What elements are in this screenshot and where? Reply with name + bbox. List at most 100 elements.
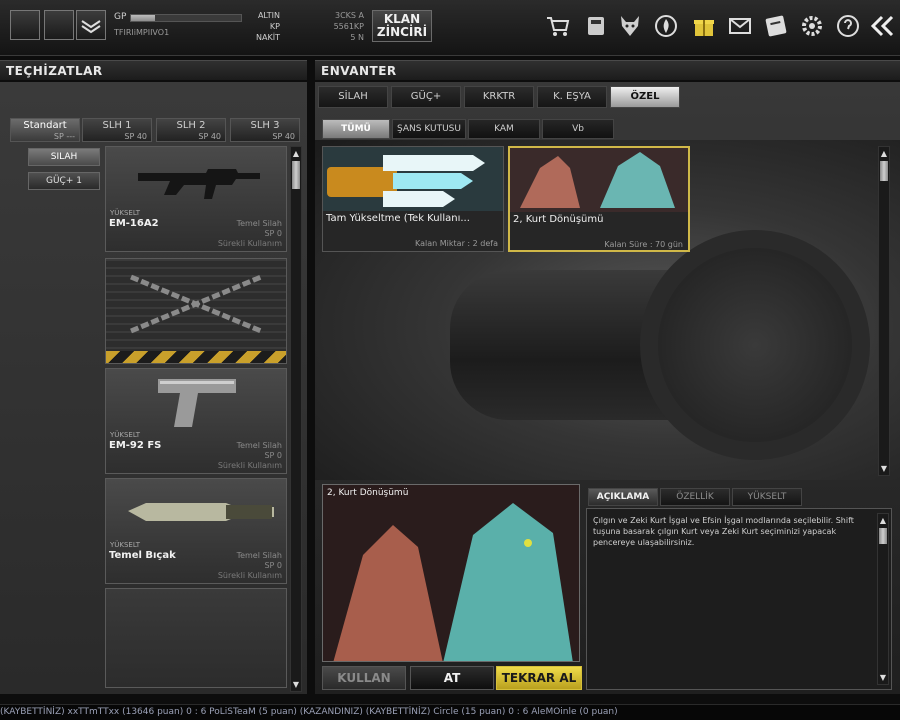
klan-button-line2: ZİNCİRİ: [376, 25, 428, 39]
tab-ozellik[interactable]: ÖZELLİK: [660, 488, 730, 506]
tab-ozel[interactable]: ÖZEL: [610, 86, 680, 108]
scroll-down-arrow-icon[interactable]: ▼: [878, 673, 888, 682]
rank-slot-2[interactable]: [44, 10, 74, 40]
inventory-header: ENVANTER: [315, 60, 900, 80]
tab-slh2-label: SLH 2: [176, 120, 206, 131]
equipment-sp: SP 0: [264, 451, 282, 460]
tab-slh2[interactable]: SLH 2 SP 40: [156, 118, 226, 142]
altin-label: ALTIN: [257, 11, 280, 20]
score-b: 5561KP: [333, 22, 364, 31]
fire-icon[interactable]: [652, 12, 680, 40]
equipment-type: Temel Silah: [236, 219, 282, 228]
drop-button[interactable]: AT: [410, 666, 494, 690]
upgrade-arrows-icon: [323, 147, 503, 211]
inventory-item-meta: Kalan Süre : 70 gün: [604, 240, 683, 249]
inventory-scrollbar[interactable]: ▲ ▼: [878, 146, 890, 476]
upgrade-badge: YÜKSELT: [110, 431, 141, 439]
wolf-transform-icon: [510, 148, 688, 212]
pistol-icon: [158, 379, 236, 427]
use-button[interactable]: KULLAN: [322, 666, 406, 690]
inventory-item-meta: Kalan Miktar : 2 defa: [415, 239, 498, 248]
mail-icon[interactable]: [726, 12, 754, 40]
storage-icon[interactable]: [582, 12, 610, 40]
scene-wheel: [640, 230, 870, 460]
equipment-card-empty[interactable]: [105, 588, 287, 688]
equipment-card-pistol[interactable]: YÜKSELT EM-92 FS Temel Silah SP 0 Sürekl…: [105, 368, 287, 474]
scroll-up-arrow-icon[interactable]: ▲: [878, 516, 888, 525]
tab-slh1[interactable]: SLH 1 SP 40: [82, 118, 152, 142]
item-preview: 2, Kurt Dönüşümü: [322, 484, 580, 662]
subtab-tumu[interactable]: TÜMÜ: [322, 119, 390, 139]
equipment-header: TEÇHİZATLAR: [0, 60, 307, 80]
match-results-ticker: (KAYBETTİNİZ) xxTTmTTxx (13646 puan) 0 :…: [0, 704, 900, 720]
tab-slh2-sp: SP 40: [198, 132, 221, 141]
tab-krktr[interactable]: KRKTR: [464, 86, 534, 108]
player-nickname: TFIRIiMPIIVO1: [114, 28, 170, 37]
tab-slh3[interactable]: SLH 3 SP 40: [230, 118, 300, 142]
inventory-item-name: Tam Yükseltme (Tek Kullanı...: [326, 213, 470, 224]
hazard-stripe: [106, 351, 286, 363]
description-box: Çılgın ve Zeki Kurt İşgal ve Efsin İşgal…: [586, 508, 892, 690]
equipment-type: Temel Silah: [236, 441, 282, 450]
equipment-scrollbar[interactable]: ▲ ▼: [290, 146, 302, 692]
settings-gear-icon[interactable]: [798, 12, 826, 40]
gp-progress-fill: [131, 15, 156, 21]
tab-slh1-label: SLH 1: [102, 120, 132, 131]
klan-zinciri-button[interactable]: KLAN ZİNCİRİ: [372, 10, 432, 42]
description-scrollbar[interactable]: ▲ ▼: [877, 513, 889, 685]
gp-progress-bar: [130, 14, 242, 22]
tab-yukselt[interactable]: YÜKSELT: [732, 488, 802, 506]
scroll-down-arrow-icon[interactable]: ▼: [879, 464, 889, 473]
subtab-sans-kutusu[interactable]: ŞANS KUTUSU: [392, 119, 466, 139]
tab-silah[interactable]: SİLAH: [318, 86, 388, 108]
scroll-thumb[interactable]: [292, 161, 300, 189]
preview-title: 2, Kurt Dönüşümü: [327, 488, 409, 498]
gift-icon[interactable]: [690, 12, 718, 40]
scroll-thumb[interactable]: [879, 528, 887, 544]
equipment-name: Temel Bıçak: [109, 550, 176, 561]
tab-aciklama[interactable]: AÇIKLAMA: [588, 488, 658, 506]
subtab-kam[interactable]: KAM: [468, 119, 540, 139]
inventory-item-wolf-transform[interactable]: 2, Kurt Dönüşümü Kalan Süre : 70 gün: [508, 146, 690, 252]
wolf-icon[interactable]: [616, 12, 644, 40]
help-icon[interactable]: [834, 12, 862, 40]
rifle-icon: [138, 169, 260, 199]
inventory-item-name: 2, Kurt Dönüşümü: [513, 214, 604, 225]
guc-filter-button[interactable]: GÜÇ+ 1: [28, 172, 100, 190]
tab-k-esya[interactable]: K. EŞYA: [537, 86, 607, 108]
rebuy-button[interactable]: TEKRAR AL: [496, 666, 582, 690]
tab-standart-sp: SP ---: [53, 132, 75, 141]
gp-label: GP: [114, 12, 127, 22]
item-description: Çılgın ve Zeki Kurt İşgal ve Efsin İşgal…: [593, 516, 854, 547]
tab-guc[interactable]: GÜÇ+: [391, 86, 461, 108]
equipment-card-knife[interactable]: YÜKSELT Temel Bıçak Temel Silah SP 0 Sür…: [105, 478, 287, 584]
equipment-name: EM-16A2: [109, 218, 159, 229]
scroll-down-arrow-icon[interactable]: ▼: [291, 680, 301, 689]
scroll-up-arrow-icon[interactable]: ▲: [291, 149, 301, 158]
book-icon[interactable]: [762, 12, 790, 40]
rank-insignia-icon: [76, 10, 106, 40]
upgrade-badge: YÜKSELT: [110, 209, 141, 217]
equipment-name: EM-92 FS: [109, 440, 162, 451]
equipment-card-rifle[interactable]: YÜKSELT EM-16A2 Temel Silah SP 0 Sürekli…: [105, 146, 287, 252]
tab-standart-label: Standart: [23, 120, 67, 131]
tab-slh1-sp: SP 40: [124, 132, 147, 141]
score-c: 5 N: [350, 33, 364, 42]
inventory-item-full-upgrade[interactable]: Tam Yükseltme (Tek Kullanı... Kalan Mikt…: [322, 146, 504, 252]
equipment-duration: Sürekli Kullanım: [217, 571, 282, 580]
equipment-card-locked[interactable]: [105, 258, 287, 364]
shop-cart-icon[interactable]: [544, 12, 572, 40]
equipment-duration: Sürekli Kullanım: [217, 461, 282, 470]
knife-icon: [128, 503, 274, 521]
subtab-vb[interactable]: Vb: [542, 119, 614, 139]
kp-label: KP: [269, 22, 280, 31]
rank-slot-1[interactable]: [10, 10, 40, 40]
silah-filter-button[interactable]: SILAH: [28, 148, 100, 166]
tab-standart[interactable]: Standart SP ---: [10, 118, 80, 142]
equipment-type: Temel Silah: [236, 551, 282, 560]
scroll-up-arrow-icon[interactable]: ▲: [879, 149, 889, 158]
back-arrow-icon[interactable]: [868, 12, 896, 40]
scroll-thumb[interactable]: [880, 161, 888, 181]
equipment-duration: Sürekli Kullanım: [217, 239, 282, 248]
tab-slh3-sp: SP 40: [272, 132, 295, 141]
